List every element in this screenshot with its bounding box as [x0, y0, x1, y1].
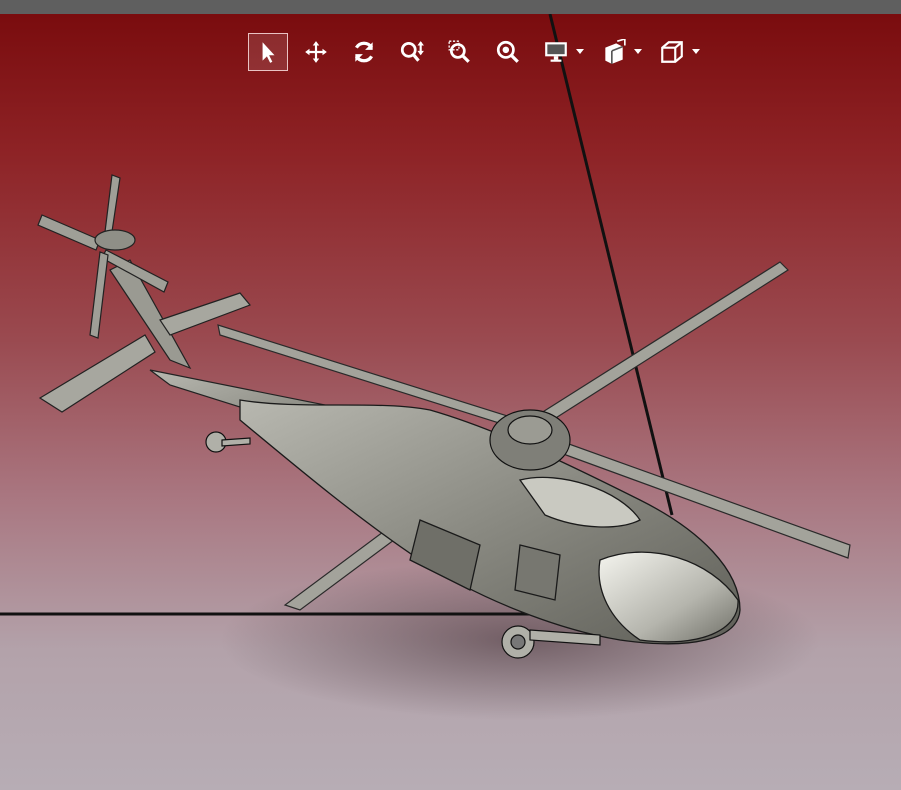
window-title-bar: [0, 0, 901, 14]
section-view-button[interactable]: [594, 33, 634, 71]
display-mode-dropdown-icon[interactable]: [576, 49, 584, 55]
monitor-icon: [545, 42, 567, 62]
zoom-fit-button[interactable]: [488, 33, 528, 71]
select-tool-button[interactable]: [248, 33, 288, 71]
cursor-arrow-icon: [262, 42, 275, 63]
rotate-tool-button[interactable]: [344, 33, 384, 71]
section-view-dropdown-icon[interactable]: [634, 49, 642, 55]
view-orientation-button[interactable]: [652, 33, 692, 71]
view-orientation-dropdown-icon[interactable]: [692, 49, 700, 55]
section-view-icon: [605, 39, 626, 64]
zoom-area-icon: [448, 40, 470, 63]
zoom-vertical-button[interactable]: [392, 33, 432, 71]
zoom-fit-icon: [496, 40, 519, 63]
cube-icon: [661, 41, 683, 63]
zoom-vertical-icon: [400, 41, 424, 62]
display-mode-button[interactable]: [536, 33, 576, 71]
zoom-area-button[interactable]: [440, 33, 480, 71]
rotate-icon: [354, 41, 374, 63]
helicopter-model[interactable]: [0, 14, 901, 790]
pan-tool-button[interactable]: [296, 33, 336, 71]
rotor-hub: [489, 409, 571, 471]
view-toolbar: [248, 32, 710, 72]
3d-viewport[interactable]: [0, 14, 901, 790]
move-arrows-icon: [305, 41, 327, 63]
